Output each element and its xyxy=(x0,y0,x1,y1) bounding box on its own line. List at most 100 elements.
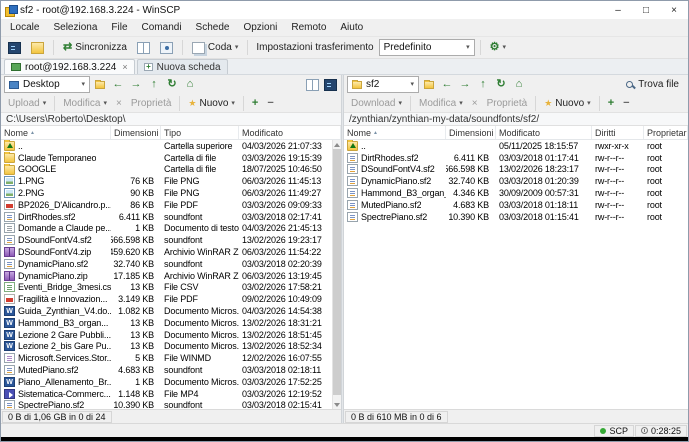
properties-button[interactable]: Proprietà xyxy=(483,95,532,111)
queue-button[interactable]: Coda▾ xyxy=(188,39,242,57)
parent-directory-button[interactable]: ↑ xyxy=(146,77,162,93)
synchronize-button[interactable]: ⇄Sincronizza xyxy=(59,39,131,57)
menu-item-opzioni[interactable]: Opzioni xyxy=(236,19,284,36)
menu-item-remoto[interactable]: Remoto xyxy=(284,19,333,36)
select-remove-button[interactable]: − xyxy=(619,95,633,111)
table-row[interactable]: MutedPiano.sf24.683 KBsoundfont03/03/201… xyxy=(1,364,332,376)
remote-path-bar[interactable]: /zynthian/zynthian-my-data/soundfonts/sf… xyxy=(344,113,688,126)
back-button[interactable]: ← xyxy=(439,77,455,93)
edit-button[interactable]: Modifica▾ xyxy=(415,95,467,111)
bookmark-button[interactable] xyxy=(92,77,108,93)
local-drive-combo[interactable]: Desktop ▾ xyxy=(4,76,90,93)
back-button[interactable]: ← xyxy=(110,77,126,93)
new-button[interactable]: ★Nuovo▾ xyxy=(184,95,239,111)
column-header-modificato[interactable]: Modificato xyxy=(239,126,341,139)
console-button[interactable] xyxy=(322,77,338,93)
table-row[interactable]: ..Cartella superiore04/03/2026 21:07:33 xyxy=(1,140,332,152)
home-directory-button[interactable]: ⌂ xyxy=(511,77,527,93)
table-row[interactable]: Microsoft.Services.Stor...5 KBFile WINMD… xyxy=(1,352,332,364)
table-row[interactable]: Hammond_B3_organ_...4.346 KB30/09/2009 0… xyxy=(344,187,688,199)
local-path-bar[interactable]: C:\Users\Roberto\Desktop\ xyxy=(1,113,341,126)
refresh-button[interactable]: ↻ xyxy=(493,77,509,93)
delete-button[interactable]: × xyxy=(468,95,482,111)
panels-layout-button[interactable] xyxy=(133,39,154,57)
bookmark-button[interactable] xyxy=(421,77,437,93)
session-tab[interactable]: root@192.168.3.224 × xyxy=(4,59,135,74)
table-row[interactable]: DynamicPiano.zip17.185 KBArchivio WinRAR… xyxy=(1,270,332,282)
column-header-diritti[interactable]: Diritti xyxy=(592,126,644,139)
table-row[interactable]: DSoundFontV4.sf2566.598 KB13/02/2026 18:… xyxy=(344,164,688,176)
close-button[interactable]: × xyxy=(660,1,688,19)
transfer-profile-combo[interactable]: Predefinito▾ xyxy=(379,39,475,56)
table-row[interactable]: BP2026_D'Alicandro.p...86 KBFile PDF03/0… xyxy=(1,199,332,211)
table-row[interactable]: Guida_Zynthian_V4.do...1.082 KBDocumento… xyxy=(1,305,332,317)
table-row[interactable]: DynamicPiano.sf232.740 KBsoundfont03/03/… xyxy=(1,258,332,270)
delete-button[interactable]: × xyxy=(112,95,126,111)
table-row[interactable]: Piano_Allenamento_Br...1 KBDocumento Mic… xyxy=(1,376,332,388)
column-header-nome[interactable]: Nome▲ xyxy=(1,126,111,139)
close-tab-icon[interactable]: × xyxy=(120,62,127,72)
table-row[interactable]: Sistematica-Commerc...1.148 KBFile MP403… xyxy=(1,388,332,400)
select-add-button[interactable]: + xyxy=(604,95,618,111)
transfer-options-button[interactable]: ⚙▾ xyxy=(486,39,510,57)
directory-tree-button[interactable] xyxy=(304,77,320,93)
new-tab-button[interactable]: Nuova scheda xyxy=(137,59,228,74)
upload-button[interactable]: Upload▾ xyxy=(4,95,50,111)
table-row[interactable]: 1.PNG76 KBFile PNG06/03/2026 11:45:13 xyxy=(1,175,332,187)
select-add-button[interactable]: + xyxy=(248,95,262,111)
table-row[interactable]: DirtRhodes.sf26.411 KBsoundfont03/03/201… xyxy=(1,211,332,223)
scroll-up-icon[interactable] xyxy=(333,140,341,149)
table-row[interactable]: Claude TemporaneoCartella di file03/03/2… xyxy=(1,152,332,164)
table-row[interactable]: Lezione 2 Gare Pubbli...13 KBDocumento M… xyxy=(1,329,332,341)
column-header-dimensioni[interactable]: Dimensioni xyxy=(446,126,496,139)
table-row[interactable]: DSoundFontV4.sf2566.598 KBsoundfont13/02… xyxy=(1,234,332,246)
minus-icon: − xyxy=(267,97,273,109)
table-row[interactable]: Hammond_B3_organ...13 KBDocumento Micros… xyxy=(1,317,332,329)
table-row[interactable]: DSoundFontV4.zip459.620 KBArchivio WinRA… xyxy=(1,246,332,258)
column-header-proprietario[interactable]: Proprietario xyxy=(644,126,688,139)
remote-drive-combo[interactable]: sf2 ▾ xyxy=(347,76,419,93)
table-row[interactable]: DirtRhodes.sf26.411 KB03/03/2018 01:17:4… xyxy=(344,152,688,164)
new-button[interactable]: ★Nuovo▾ xyxy=(540,95,595,111)
download-button[interactable]: Download▾ xyxy=(347,95,406,111)
find-files-button[interactable]: Trova file xyxy=(619,77,685,93)
column-header-dimensioni[interactable]: Dimensioni xyxy=(111,126,161,139)
edit-button[interactable]: Modifica▾ xyxy=(59,95,111,111)
open-terminal-button[interactable] xyxy=(4,39,25,57)
table-row[interactable]: Lezione 2_bis Gare Pu...13 KBDocumento M… xyxy=(1,341,332,353)
table-row[interactable]: Fragilità e Innovazion...3.149 KBFile PD… xyxy=(1,293,332,305)
minimize-button[interactable]: – xyxy=(604,1,632,19)
column-header-nome[interactable]: Nome▲ xyxy=(344,126,446,139)
menu-item-seleziona[interactable]: Seleziona xyxy=(46,19,104,36)
table-row[interactable]: MutedPiano.sf24.683 KB03/03/2018 01:18:1… xyxy=(344,199,688,211)
menu-item-comandi[interactable]: Comandi xyxy=(135,19,189,36)
table-row[interactable]: 2.PNG90 KBFile PNG06/03/2026 11:49:27 xyxy=(1,187,332,199)
menu-item-locale[interactable]: Locale xyxy=(3,19,46,36)
refresh-button[interactable]: ↻ xyxy=(164,77,180,93)
column-header-tipo[interactable]: Tipo xyxy=(161,126,239,139)
home-directory-button[interactable]: ⌂ xyxy=(182,77,198,93)
table-row[interactable]: Eventi_Bridge_3mesi.csv13 KBFile CSV03/0… xyxy=(1,282,332,294)
scroll-down-icon[interactable] xyxy=(333,400,341,409)
table-row[interactable]: Domande a Claude pe...1 KBDocumento di t… xyxy=(1,223,332,235)
table-row[interactable]: SpectrePiano.sf210.390 KB03/03/2018 01:1… xyxy=(344,211,688,223)
select-remove-button[interactable]: − xyxy=(263,95,277,111)
menu-item-schede[interactable]: Schede xyxy=(189,19,237,36)
column-header-modificato[interactable]: Modificato xyxy=(496,126,592,139)
forward-button[interactable]: → xyxy=(457,77,473,93)
forward-button[interactable]: → xyxy=(128,77,144,93)
open-directory-button[interactable] xyxy=(27,39,48,57)
vertical-scrollbar[interactable] xyxy=(332,140,341,409)
table-row[interactable]: SpectrePiano.sf210.390 KBsoundfont03/03/… xyxy=(1,400,332,409)
properties-button[interactable]: Proprietà xyxy=(127,95,176,111)
scrollbar-thumb[interactable] xyxy=(333,149,341,395)
table-row[interactable]: ..05/11/2025 18:15:57rwxr-xr-xroot xyxy=(344,140,688,152)
maximize-button[interactable]: □ xyxy=(632,1,660,19)
table-row[interactable]: GOOGLECartella di file18/07/2025 10:46:5… xyxy=(1,164,332,176)
preview-button[interactable] xyxy=(156,39,177,57)
table-row[interactable]: DynamicPiano.sf232.740 KB03/03/2018 01:2… xyxy=(344,175,688,187)
menu-item-aiuto[interactable]: Aiuto xyxy=(333,19,370,36)
home-icon: ⌂ xyxy=(187,79,194,90)
parent-directory-button[interactable]: ↑ xyxy=(475,77,491,93)
menu-item-file[interactable]: File xyxy=(104,19,134,36)
